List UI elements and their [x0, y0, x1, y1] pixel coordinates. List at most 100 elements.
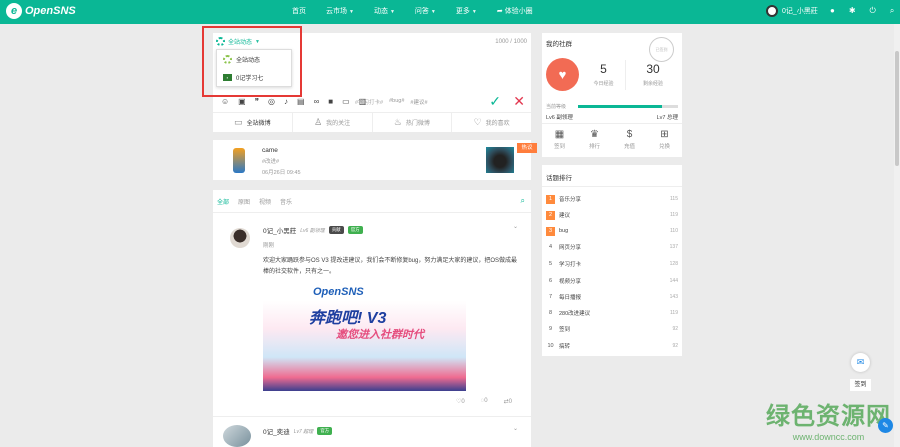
- search-icon[interactable]: ⌕: [890, 6, 894, 16]
- music-card[interactable]: came #改进# 06月26日 09:45: [213, 140, 531, 180]
- level-label: 当前等级: [546, 104, 567, 110]
- tag-icon[interactable]: ▭: [342, 97, 350, 106]
- nav-item-feed[interactable]: 动态 ▼: [364, 0, 405, 24]
- nav-item-more[interactable]: 更多 ▼: [446, 0, 487, 24]
- topic-tag[interactable]: #学习打卡#: [355, 98, 383, 106]
- sign-in-float-button[interactable]: 签到: [850, 379, 871, 391]
- post-body: 欢迎大家踊跃参与OS V3 提改进建议，我们会不断修复bug，努力满足大家的建议…: [263, 258, 518, 275]
- tab-video[interactable]: 视频: [259, 197, 271, 206]
- scope-dropdown-toggle[interactable]: 全站动态 ▼: [216, 37, 260, 46]
- tab-likes[interactable]: ♡ 我的喜欢: [452, 113, 531, 132]
- emoji-icon[interactable]: ☺: [221, 97, 229, 106]
- tab-image[interactable]: 原图: [238, 197, 250, 206]
- chat-bubble-icon[interactable]: ✉: [851, 353, 870, 372]
- exchange-button[interactable]: ⊞ 兑换: [647, 124, 682, 157]
- dropdown-option-group[interactable]: ▪ 0记学习七: [217, 68, 291, 86]
- location-icon[interactable]: ◎: [268, 97, 275, 106]
- submit-check-icon[interactable]: ✓: [489, 93, 501, 110]
- list-item[interactable]: 4 网页分享 137: [546, 241, 678, 253]
- list-item[interactable]: 3 bug 110: [546, 225, 678, 237]
- post-author: 0记_小黑莊 Lv6 副领理 贡献 官方: [263, 225, 363, 235]
- list-item[interactable]: 9 签到 92: [546, 323, 678, 335]
- author-level: Lv6 副领理: [300, 227, 325, 234]
- tab-label: 我的关注: [326, 121, 351, 127]
- tab-following[interactable]: ♙ 我的关注: [293, 113, 373, 132]
- author-name[interactable]: 0记_奕迪: [263, 426, 290, 436]
- ranking-button[interactable]: ♛ 排行: [577, 124, 612, 157]
- post-image[interactable]: OpenSNS 奔跑吧! V3 邀您进入社群时代: [263, 278, 466, 391]
- recharge-button[interactable]: $ 充值: [612, 124, 647, 157]
- nav-item-qa[interactable]: 问答 ▼: [405, 0, 446, 24]
- scrollbar-thumb[interactable]: [895, 51, 899, 166]
- chevron-down-icon[interactable]: ⌄: [513, 223, 518, 230]
- status-badge: 官方: [317, 427, 333, 435]
- music-icon[interactable]: ♪: [284, 97, 288, 106]
- post-textarea[interactable]: [263, 50, 525, 86]
- topic-tag[interactable]: #bug#: [389, 98, 404, 106]
- power-icon[interactable]: ⏻: [870, 6, 876, 16]
- tab-music[interactable]: 音乐: [280, 197, 292, 206]
- list-item[interactable]: 10 搞转 92: [546, 340, 678, 352]
- topic-count: 119: [670, 310, 678, 316]
- list-item[interactable]: 7 每日播报 143: [546, 291, 678, 303]
- chevron-down-icon: ▼: [349, 9, 354, 15]
- action-label: 兑换: [658, 144, 670, 150]
- comment-button[interactable]: ◌0: [481, 398, 488, 405]
- dropdown-option-all[interactable]: 全站动态: [217, 50, 291, 68]
- link-icon[interactable]: ∞: [314, 97, 320, 106]
- scrollbar[interactable]: [894, 24, 900, 447]
- stat-value: 30: [646, 62, 660, 76]
- level-progress-bar: [578, 105, 678, 108]
- image-icon[interactable]: ▣: [238, 97, 246, 106]
- hot-badge: 热议: [517, 143, 537, 153]
- search-icon[interactable]: ⌕: [521, 196, 525, 206]
- rank-number: 5: [548, 260, 553, 267]
- topic-name: 搞转: [559, 344, 571, 350]
- fire-icon: ♨: [393, 117, 402, 127]
- tab-hot[interactable]: ♨ 热门微博: [373, 113, 453, 132]
- topic-count: 92: [672, 326, 678, 332]
- chevron-down-icon[interactable]: ⌄: [513, 425, 518, 432]
- list-item[interactable]: 5 学习打卡 128: [546, 258, 678, 270]
- quote-icon[interactable]: ❞: [255, 97, 259, 106]
- topic-name: 学习打卡: [559, 262, 582, 268]
- nav-item-experience[interactable]: ➦ 体验小圈: [487, 0, 543, 24]
- topic-name: 280改进建议: [559, 311, 591, 317]
- gear-icon[interactable]: ✱: [849, 6, 856, 16]
- avatar[interactable]: [223, 425, 251, 447]
- checkin-button[interactable]: ▦ 签到: [542, 124, 577, 157]
- table-icon[interactable]: ▤: [297, 97, 305, 106]
- top-navbar: e OpenSNS 首页 云市场 ▼ 动态 ▼ 问答 ▼ 更多 ▼ ➦ 体验小圈 0记_小…: [0, 0, 900, 24]
- list-item[interactable]: 8 280改进建议 119: [546, 307, 678, 319]
- cancel-close-icon[interactable]: ✕: [513, 93, 525, 110]
- chevron-down-icon: ▼: [430, 9, 436, 15]
- char-counter: 1000 / 1000: [495, 39, 527, 45]
- repost-button[interactable]: ⇄0: [504, 398, 512, 405]
- list-item[interactable]: 6 视频分享 144: [546, 275, 678, 287]
- action-label: 充值: [623, 144, 635, 150]
- tab-label: 热门微博: [405, 121, 430, 127]
- topic-name: 签到: [559, 327, 571, 333]
- post-actions: ♡0 ◌0 ⇄0: [456, 398, 512, 405]
- divider: [213, 416, 531, 417]
- nav-item-home[interactable]: 首页: [282, 0, 316, 24]
- bell-icon[interactable]: ●: [830, 6, 835, 16]
- tab-all[interactable]: 全部: [217, 197, 229, 206]
- video-icon[interactable]: ■: [328, 97, 333, 106]
- list-item[interactable]: 1 音乐分享 115: [546, 193, 678, 205]
- author-name[interactable]: 0记_小黑莊: [263, 225, 296, 235]
- nav-item-market[interactable]: 云市场 ▼: [316, 0, 364, 24]
- user-menu[interactable]: 0记_小黑莊: [766, 5, 818, 17]
- avatar[interactable]: [230, 228, 250, 248]
- music-thumbnail[interactable]: [486, 147, 514, 173]
- loading-icon: [216, 37, 225, 46]
- topic-tag[interactable]: #建议#: [410, 98, 427, 106]
- tool-icon[interactable]: ✎: [878, 418, 893, 433]
- topic-name: bug: [559, 228, 569, 234]
- brand-logo[interactable]: e OpenSNS: [6, 3, 76, 19]
- stat-label: 今日经验: [593, 81, 614, 87]
- rank-number: 8: [548, 309, 553, 316]
- list-item[interactable]: 2 建议 119: [546, 209, 678, 221]
- tab-all-posts[interactable]: ▭ 全站微博: [213, 113, 293, 132]
- like-button[interactable]: ♡0: [456, 398, 465, 405]
